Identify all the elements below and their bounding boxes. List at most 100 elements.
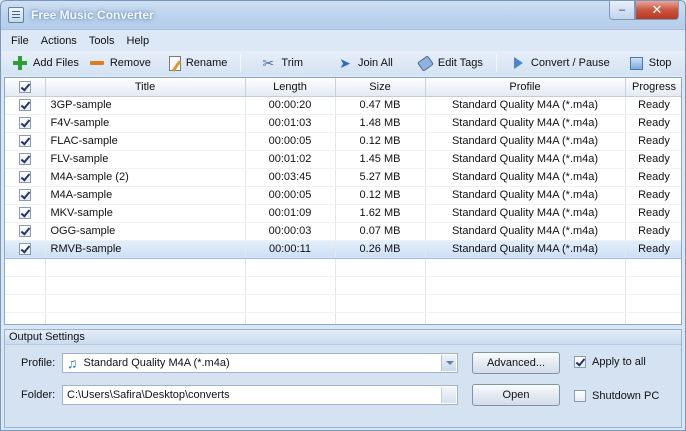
row-length: 00:00:05: [245, 186, 336, 205]
remove-icon: [89, 55, 105, 71]
shutdown-pc-checkbox[interactable]: Shutdown PC: [574, 390, 659, 402]
row-profile: Standard Quality M4A (*.m4a): [425, 222, 626, 241]
browse-folder-icon[interactable]: [441, 387, 456, 403]
table-row[interactable]: MKV-sample 00:01:09 1.62 MB Standard Qua…: [5, 204, 681, 223]
trim-button[interactable]: ✂ Trim: [255, 52, 308, 74]
close-button[interactable]: ✕: [635, 1, 679, 20]
rename-button[interactable]: Rename: [164, 52, 233, 74]
row-progress: Ready: [625, 239, 681, 259]
row-checkbox[interactable]: [18, 243, 31, 256]
title-bar[interactable]: Free Music Converter – ✕: [1, 1, 685, 30]
row-progress: Ready: [625, 96, 681, 115]
chevron-down-icon[interactable]: [441, 355, 456, 371]
row-profile: Standard Quality M4A (*.m4a): [425, 204, 626, 223]
apply-to-all-checkbox[interactable]: Apply to all: [574, 356, 646, 368]
table-row[interactable]: FLAC-sample 00:00:05 0.12 MB Standard Qu…: [5, 132, 681, 151]
row-length: 00:00:05: [245, 132, 336, 151]
stop-button[interactable]: Stop: [623, 52, 677, 74]
row-size: 5.27 MB: [335, 168, 426, 187]
stop-icon: [628, 55, 644, 71]
add-icon: [12, 55, 28, 71]
profile-select[interactable]: ♫ Standard Quality M4A (*.m4a): [62, 353, 458, 373]
row-checkbox[interactable]: [18, 153, 31, 166]
join-all-label: Join All: [358, 57, 393, 69]
header-profile[interactable]: Profile: [425, 78, 626, 97]
row-profile: Standard Quality M4A (*.m4a): [425, 132, 626, 151]
row-checkbox[interactable]: [18, 171, 31, 184]
toolbar-separator: [495, 54, 497, 72]
menu-tools[interactable]: Tools: [83, 33, 121, 49]
table-row-selected[interactable]: RMVB-sample 00:00:11 0.26 MB Standard Qu…: [5, 239, 681, 259]
row-size: 0.07 MB: [335, 222, 426, 241]
menu-bar: File Actions Tools Help: [1, 30, 685, 51]
trim-label: Trim: [281, 57, 303, 69]
header-size[interactable]: Size: [335, 78, 426, 97]
join-icon: ➤: [339, 55, 351, 71]
row-title: 3GP-sample: [45, 96, 246, 115]
add-files-label: Add Files: [33, 57, 79, 69]
minimize-button[interactable]: –: [609, 1, 635, 20]
row-length: 00:00:03: [245, 222, 336, 241]
join-all-button[interactable]: ➤ Join All: [332, 52, 398, 74]
empty-row: [5, 276, 681, 295]
row-checkbox[interactable]: [18, 225, 31, 238]
row-title: M4A-sample: [45, 186, 246, 205]
table-row[interactable]: M4A-sample (2) 00:03:45 5.27 MB Standard…: [5, 168, 681, 187]
table-row[interactable]: FLV-sample 00:01:02 1.45 MB Standard Qua…: [5, 150, 681, 169]
row-size: 1.48 MB: [335, 114, 426, 133]
row-checkbox[interactable]: [18, 207, 31, 220]
row-progress: Ready: [625, 222, 681, 241]
menu-file[interactable]: File: [5, 33, 35, 49]
table-row[interactable]: OGG-sample 00:00:03 0.07 MB Standard Qua…: [5, 222, 681, 241]
row-profile: Standard Quality M4A (*.m4a): [425, 114, 626, 133]
row-size: 1.62 MB: [335, 204, 426, 223]
table-row[interactable]: M4A-sample 00:00:05 0.12 MB Standard Qua…: [5, 186, 681, 205]
play-icon: [510, 55, 526, 71]
row-progress: Ready: [625, 150, 681, 169]
select-all-checkbox[interactable]: [18, 80, 31, 93]
row-size: 0.47 MB: [335, 96, 426, 115]
row-length: 00:03:45: [245, 168, 336, 187]
header-length[interactable]: Length: [245, 78, 336, 97]
row-title: M4A-sample (2): [45, 168, 246, 187]
edit-tags-button[interactable]: Edit Tags: [412, 52, 488, 74]
header-progress[interactable]: Progress: [625, 78, 681, 97]
row-profile: Standard Quality M4A (*.m4a): [425, 239, 626, 259]
table-row[interactable]: 3GP-sample 00:00:20 0.47 MB Standard Qua…: [5, 96, 681, 115]
menu-help[interactable]: Help: [121, 33, 156, 49]
row-profile: Standard Quality M4A (*.m4a): [425, 186, 626, 205]
file-table: Title Length Size Profile Progress 3GP-s…: [5, 78, 681, 324]
toolbar-separator: [240, 54, 242, 72]
app-icon[interactable]: [8, 7, 24, 23]
caption-buttons: – ✕: [609, 1, 679, 21]
row-size: 0.26 MB: [335, 239, 426, 259]
add-files-button[interactable]: Add Files: [7, 52, 84, 74]
file-list[interactable]: Title Length Size Profile Progress 3GP-s…: [4, 77, 682, 325]
shutdown-pc-box[interactable]: [574, 390, 586, 402]
header-select-all[interactable]: [5, 78, 46, 97]
table-row[interactable]: F4V-sample 00:01:03 1.48 MB Standard Qua…: [5, 114, 681, 133]
rename-icon: [168, 55, 181, 71]
folder-input[interactable]: C:\Users\Safira\Desktop\converts: [62, 385, 458, 405]
remove-button[interactable]: Remove: [84, 52, 156, 74]
folder-input-value: C:\Users\Safira\Desktop\converts: [67, 389, 230, 401]
menu-actions[interactable]: Actions: [35, 33, 83, 49]
empty-row: [5, 258, 681, 277]
edit-tags-label: Edit Tags: [437, 57, 483, 69]
row-checkbox[interactable]: [18, 135, 31, 148]
music-note-icon: ♫: [67, 355, 78, 371]
row-checkbox[interactable]: [18, 117, 31, 130]
row-progress: Ready: [625, 186, 681, 205]
row-checkbox[interactable]: [18, 189, 31, 202]
convert-pause-button[interactable]: Convert / Pause: [505, 52, 615, 74]
toolbar: Add Files Remove Rename ✂ Trim ➤ Join Al…: [1, 51, 685, 75]
row-title: F4V-sample: [45, 114, 246, 133]
empty-row: [5, 312, 681, 324]
apply-to-all-box[interactable]: [574, 356, 586, 368]
output-settings-panel: Output Settings Profile: ♫ Standard Qual…: [4, 329, 682, 428]
open-button[interactable]: Open: [472, 384, 560, 406]
row-checkbox[interactable]: [18, 99, 31, 112]
row-length: 00:01:02: [245, 150, 336, 169]
header-title[interactable]: Title: [45, 78, 246, 97]
advanced-button[interactable]: Advanced...: [472, 352, 560, 374]
